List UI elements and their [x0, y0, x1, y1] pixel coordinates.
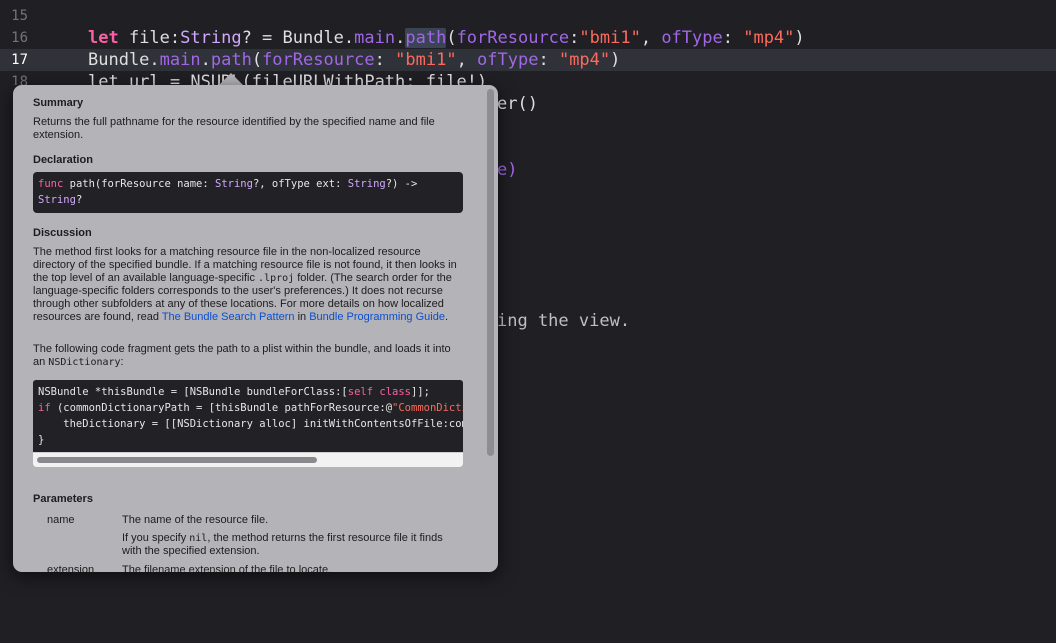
code-line-16[interactable]: 16 let file:String? = Bundle.main.path(f…	[0, 27, 1056, 49]
summary-text: Returns the full pathname for the resour…	[33, 116, 435, 141]
summary-heading: Summary	[33, 97, 84, 109]
code-example[interactable]: NSBundle *thisBundle = [NSBundle bundleF…	[33, 380, 463, 467]
vertical-scrollbar-thumb[interactable]	[487, 89, 494, 456]
discussion-paragraph-2: The following code fragment gets the pat…	[33, 343, 451, 368]
param-name: name	[47, 514, 75, 526]
line-number: 17	[11, 52, 28, 68]
discussion-heading: Discussion	[33, 227, 92, 239]
code-line-15[interactable]: 15	[0, 5, 1056, 27]
declaration-heading: Declaration	[33, 154, 93, 166]
horizontal-scrollbar-thumb[interactable]	[37, 457, 317, 463]
code-text[interactable]: Bundle.main.path(forResource: "bmi1", of…	[88, 49, 620, 71]
popover-arrow	[219, 73, 243, 85]
code-line-17[interactable]: 17 Bundle.main.path(forResource: "bmi1",…	[0, 49, 1056, 71]
bundle-programming-guide-link[interactable]: Bundle Programming Guide	[309, 311, 445, 323]
code-line-18[interactable]: 18 let url = NSURL(fileURLWithPath: file…	[0, 71, 1056, 85]
param-name: extension	[47, 564, 95, 572]
quick-help-popover[interactable]: Summary Returns the full pathname for th…	[13, 85, 498, 572]
line-number: 16	[11, 30, 28, 46]
code-text[interactable]: let url = NSURL(fileURLWithPath: file!)	[88, 71, 487, 85]
discussion-paragraph-1: The method first looks for a matching re…	[33, 246, 457, 323]
param-description-nil: If you specify nil, the method returns t…	[122, 532, 443, 557]
declaration-code[interactable]: func path(forResource name: String?, ofT…	[33, 172, 463, 213]
code-text[interactable]: let file:String? = Bundle.main.path(forR…	[88, 27, 805, 49]
code-comment-fragment[interactable]: ing the view.	[497, 310, 630, 332]
param-description: The name of the resource file.	[122, 514, 269, 526]
line-number: 18	[11, 74, 28, 85]
parameters-heading: Parameters	[33, 493, 93, 505]
code-fragment[interactable]: er()	[497, 93, 538, 115]
code-fragment[interactable]: e)	[497, 159, 517, 181]
line-number: 15	[11, 8, 28, 24]
param-description: The filename extension of the file to lo…	[122, 564, 332, 572]
horizontal-scrollbar[interactable]	[33, 452, 463, 467]
bundle-search-pattern-link[interactable]: The Bundle Search Pattern	[162, 311, 295, 323]
